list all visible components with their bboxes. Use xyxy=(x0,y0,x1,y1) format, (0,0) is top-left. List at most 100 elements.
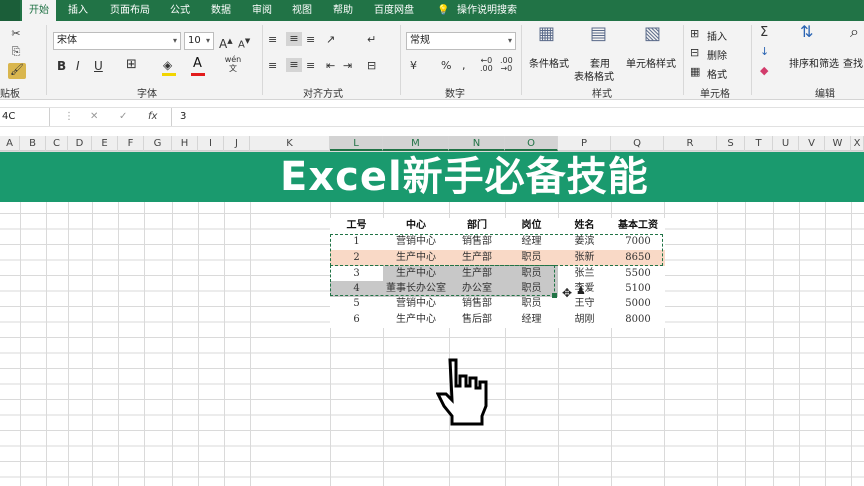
fill-handle[interactable] xyxy=(552,293,557,298)
align-bottom-icon[interactable]: ≡ xyxy=(306,33,315,47)
merge-center-icon[interactable]: ⊟ xyxy=(367,59,376,73)
table-cell[interactable]: 8000 xyxy=(611,312,665,328)
insert-function-icon[interactable]: fx xyxy=(148,108,157,126)
table-cell[interactable]: 胡刚 xyxy=(558,312,611,328)
col-header[interactable]: W xyxy=(825,136,851,151)
indent-decrease-icon[interactable]: ⇤ xyxy=(326,59,335,73)
sort-filter-icon[interactable]: ⇅ xyxy=(800,24,813,40)
col-header[interactable]: P xyxy=(558,136,611,151)
col-header[interactable]: R xyxy=(664,136,717,151)
autosum-icon[interactable]: Σ xyxy=(760,26,768,40)
col-header[interactable]: X xyxy=(851,136,864,151)
align-right-icon[interactable]: ≡ xyxy=(306,59,315,73)
header-cell[interactable]: 部门 xyxy=(449,218,505,234)
orientation-icon[interactable]: ↗ xyxy=(326,33,335,47)
col-header[interactable]: L xyxy=(330,136,383,151)
indent-increase-icon[interactable]: ⇥ xyxy=(343,59,352,73)
header-cell[interactable]: 姓名 xyxy=(558,218,611,234)
fill-icon[interactable]: ↓ xyxy=(760,45,769,59)
col-header[interactable]: O xyxy=(505,136,558,151)
col-header[interactable]: M xyxy=(383,136,449,151)
lightbulb-icon[interactable]: 💡 xyxy=(437,3,449,18)
wrap-text-icon[interactable]: ↵ xyxy=(367,33,376,47)
table-cell[interactable]: 售后部 xyxy=(449,312,505,328)
table-cell[interactable]: 张兰 xyxy=(558,266,611,282)
formula-input[interactable]: 3 xyxy=(180,108,186,126)
insert-cells-icon[interactable]: ⊞ xyxy=(690,27,699,41)
col-header[interactable]: S xyxy=(717,136,745,151)
table-cell[interactable]: 销售部 xyxy=(449,296,505,312)
conditional-formatting-button[interactable]: 条件格式 xyxy=(529,55,569,70)
header-cell[interactable]: 中心 xyxy=(383,218,449,234)
tab-baidu-netdisk[interactable]: 百度网盘 xyxy=(374,3,414,18)
col-header[interactable]: E xyxy=(92,136,118,151)
bold-button[interactable]: B xyxy=(57,59,66,73)
col-header[interactable]: B xyxy=(20,136,46,151)
table-cell[interactable]: 5500 xyxy=(611,266,665,282)
tab-page-layout[interactable]: 页面布局 xyxy=(110,3,150,18)
decrease-decimal-icon[interactable]: .00 →0 xyxy=(500,57,513,73)
table-cell[interactable]: 5100 xyxy=(611,281,665,297)
col-header[interactable]: J xyxy=(224,136,250,151)
col-header[interactable]: I xyxy=(198,136,224,151)
tab-help[interactable]: 帮助 xyxy=(333,3,353,18)
find-select-icon[interactable]: ⌕ xyxy=(850,24,859,40)
col-header[interactable]: F xyxy=(118,136,144,151)
table-cell[interactable]: 职员 xyxy=(505,296,558,312)
format-cells-button[interactable]: 格式 xyxy=(707,66,727,81)
col-header[interactable]: K xyxy=(250,136,330,151)
number-format-select[interactable]: 常规 ▾ xyxy=(406,32,516,50)
align-center-icon[interactable]: ≡ xyxy=(286,58,302,72)
table-cell[interactable]: 营销中心 xyxy=(383,296,449,312)
copy-icon[interactable]: ⎘ xyxy=(8,45,24,59)
name-box[interactable]: 4C xyxy=(0,108,50,126)
clear-icon[interactable]: ◆ xyxy=(760,64,768,78)
conditional-formatting-icon[interactable]: ▦ xyxy=(538,25,555,43)
tab-view[interactable]: 视图 xyxy=(292,3,312,18)
align-top-icon[interactable]: ≡ xyxy=(268,33,277,47)
percent-icon[interactable]: % xyxy=(441,59,451,73)
format-as-table-icon[interactable]: ▤ xyxy=(590,25,607,43)
cancel-icon[interactable]: ✕ xyxy=(90,108,98,126)
table-cell[interactable]: 经理 xyxy=(505,312,558,328)
table-cell[interactable]: 5 xyxy=(330,296,383,312)
format-cells-icon[interactable]: ▦ xyxy=(690,65,700,79)
tab-review[interactable]: 审阅 xyxy=(252,3,272,18)
border-icon[interactable]: ⊞ xyxy=(126,58,137,72)
increase-decimal-icon[interactable]: ←0.00 xyxy=(480,57,493,73)
table-cell[interactable]: 5000 xyxy=(611,296,665,312)
sort-filter-button[interactable]: 排序和筛选 xyxy=(789,55,839,70)
col-header[interactable]: V xyxy=(799,136,825,151)
col-header[interactable]: Q xyxy=(611,136,664,151)
italic-button[interactable]: I xyxy=(76,59,80,73)
col-header[interactable]: H xyxy=(172,136,198,151)
tab-home[interactable]: 开始 xyxy=(22,0,56,21)
comma-icon[interactable]: , xyxy=(462,59,466,73)
confirm-icon[interactable]: ✓ xyxy=(119,108,127,126)
tab-data[interactable]: 数据 xyxy=(211,3,231,18)
tab-insert[interactable]: 插入 xyxy=(68,3,88,18)
col-header[interactable]: A xyxy=(0,136,20,151)
font-size-select[interactable]: 10 ▾ xyxy=(184,32,214,50)
underline-button[interactable]: U xyxy=(94,59,103,73)
table-cell[interactable]: 6 xyxy=(330,312,383,328)
col-header[interactable]: C xyxy=(46,136,68,151)
find-select-button[interactable]: 查找 xyxy=(843,55,863,70)
file-tab-edge[interactable] xyxy=(0,0,20,21)
shrink-font-button[interactable]: A▼ xyxy=(238,34,250,52)
cut-icon[interactable]: ✂ xyxy=(8,27,24,41)
col-header[interactable]: T xyxy=(745,136,773,151)
font-color-icon[interactable]: A xyxy=(193,57,202,71)
align-left-icon[interactable]: ≡ xyxy=(268,59,277,73)
delete-cells-icon[interactable]: ⊟ xyxy=(690,46,699,60)
currency-icon[interactable]: ¥ xyxy=(410,59,417,73)
header-cell[interactable]: 岗位 xyxy=(505,218,558,234)
fill-color-icon[interactable]: ◈ xyxy=(163,58,172,72)
tell-me-search[interactable]: 操作说明搜索 xyxy=(457,3,517,18)
cell-styles-icon[interactable]: ▧ xyxy=(644,25,661,43)
col-header[interactable]: D xyxy=(68,136,92,151)
cell-styles-button[interactable]: 单元格样式 xyxy=(626,55,676,70)
table-cell[interactable]: 生产中心 xyxy=(383,312,449,328)
col-header[interactable]: N xyxy=(449,136,505,151)
col-header[interactable]: G xyxy=(144,136,172,151)
